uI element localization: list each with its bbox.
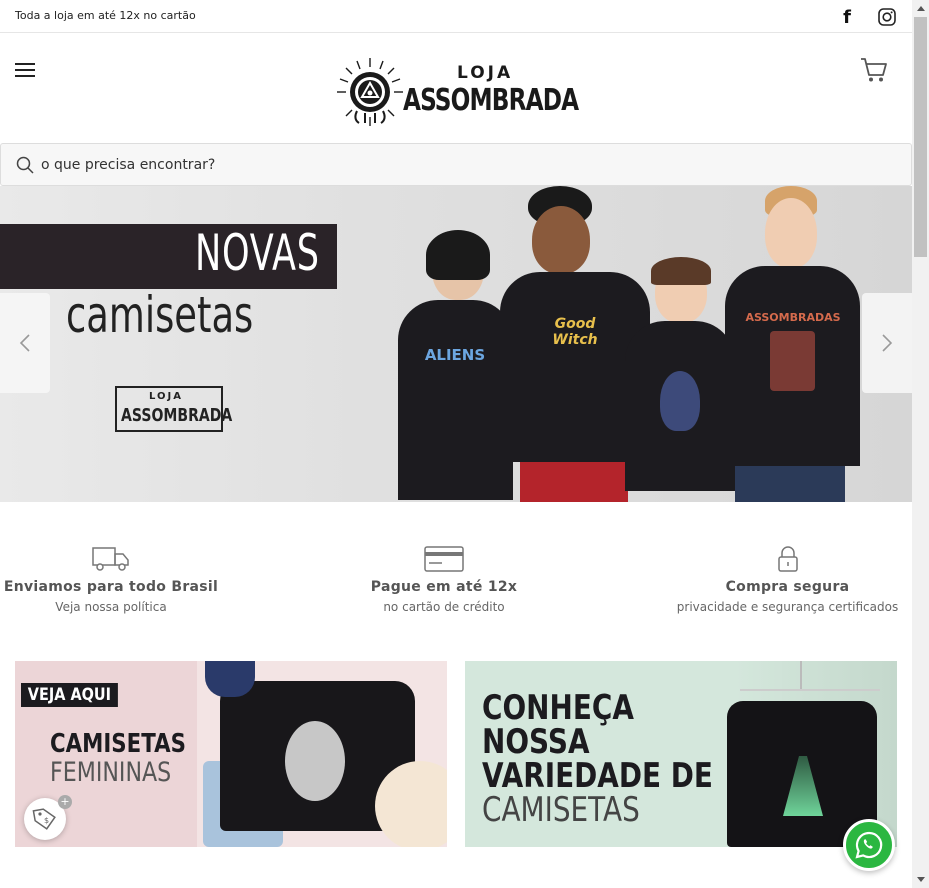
chevron-left-icon <box>19 334 30 352</box>
search-bar <box>0 143 912 186</box>
banner-feminine-shirts[interactable]: VEJA AQUI CAMISETAS FEMININAS <box>15 661 447 847</box>
banner-line3: VARIEDADE DE <box>482 756 713 796</box>
hero-logo-badge: LOJA ASSOMBRADA <box>115 386 232 432</box>
hero-logo-bottom: ASSOMBRADA <box>121 405 233 426</box>
coupon-tag-icon: $ <box>32 808 56 830</box>
sandals-image <box>205 661 255 697</box>
lock-icon <box>665 545 910 573</box>
chevron-right-icon <box>882 334 893 352</box>
whatsapp-icon <box>855 831 883 859</box>
logo-emblem-icon <box>337 58 403 126</box>
banner-tag: VEJA AQUI <box>21 683 118 707</box>
facebook-icon[interactable]: f <box>837 7 857 28</box>
hero-headline-line2: camisetas <box>66 286 254 344</box>
hero-carousel[interactable]: NOVAS camisetas LOJA ASSOMBRADA ALIENS G… <box>0 186 912 502</box>
logo-text-top: LOJA <box>457 63 514 83</box>
instagram-icon[interactable] <box>877 7 897 27</box>
banner-line4: CAMISETAS <box>482 790 640 830</box>
shirt-print-2: Good Witch <box>552 316 598 348</box>
search-icon[interactable] <box>16 156 34 174</box>
carousel-prev-button[interactable] <box>0 293 50 393</box>
banner-line2: FEMININAS <box>50 757 172 788</box>
cart-icon[interactable] <box>860 57 888 83</box>
banner-line2: NOSSA <box>482 722 590 762</box>
store-logo[interactable]: LOJA ASSOMBRADA <box>335 55 580 130</box>
shirt-print-1: ALIENS <box>424 346 486 364</box>
model-photo-4: ASSOMBRADAS <box>725 186 860 502</box>
svg-text:$: $ <box>44 816 49 825</box>
whatsapp-button[interactable] <box>843 819 895 871</box>
scrollbar-thumb[interactable] <box>914 17 927 257</box>
feature-secure: Compra segura privacidade e segurança ce… <box>665 545 910 614</box>
shirt-print-4: ASSOMBRADAS <box>745 311 841 324</box>
credit-card-icon <box>333 545 555 573</box>
site-header: LOJA ASSOMBRADA <box>0 33 912 143</box>
feature-installments: Pague em até 12x no cartão de crédito <box>333 545 555 614</box>
feature-title: Pague em até 12x <box>370 579 518 595</box>
feature-subtitle: Veja nossa política <box>55 600 167 614</box>
scroll-up-arrow-icon[interactable] <box>912 0 929 17</box>
feature-title: Enviamos para todo Brasil <box>3 579 219 595</box>
hamburger-icon[interactable] <box>15 63 35 79</box>
model-photo-3 <box>625 257 735 502</box>
hero-logo-top: LOJA <box>149 391 183 402</box>
truck-icon <box>0 545 222 573</box>
logo-text-bottom: ASSOMBRADA <box>403 83 579 118</box>
announcement-bar: Toda a loja em até 12x no cartão f <box>0 0 912 33</box>
page: Toda a loja em até 12x no cartão f LOJA … <box>0 0 912 888</box>
feature-subtitle: privacidade e segurança certificados <box>676 600 899 614</box>
installments-announcement: Toda a loja em até 12x no cartão <box>15 9 196 22</box>
search-input[interactable] <box>41 153 881 177</box>
feature-subtitle: no cartão de crédito <box>383 600 505 614</box>
carousel-next-button[interactable] <box>862 293 912 393</box>
feature-title: Compra segura <box>725 579 850 595</box>
coupon-plus-badge[interactable]: + <box>58 795 72 809</box>
banner-line1: CONHEÇA <box>482 688 634 728</box>
hero-headline-line1: NOVAS <box>195 224 320 282</box>
banner-variety[interactable]: CONHEÇA NOSSA VARIEDADE DE CAMISETAS <box>465 661 897 847</box>
scroll-down-arrow-icon[interactable] <box>912 871 929 888</box>
feature-shipping[interactable]: Enviamos para todo Brasil Veja nossa pol… <box>0 545 222 614</box>
page-scrollbar[interactable] <box>912 0 929 888</box>
banner-line1: CAMISETAS <box>50 729 186 759</box>
